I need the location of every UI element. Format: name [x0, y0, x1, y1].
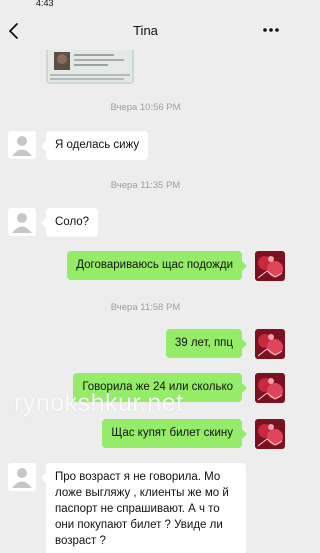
contact-avatar[interactable] — [8, 131, 36, 159]
contact-avatar[interactable] — [8, 463, 36, 491]
watermark: rynokshkur.net — [14, 389, 184, 417]
message-bubble-outgoing[interactable]: Щас купят билет скину — [102, 419, 247, 448]
message-text: Щас купят билет скину — [111, 427, 233, 439]
more-button[interactable] — [261, 20, 281, 40]
red-photo-avatar — [255, 419, 285, 449]
user-avatar[interactable] — [255, 373, 285, 403]
more-dots-icon — [263, 28, 279, 32]
contact-avatar[interactable] — [8, 208, 36, 236]
timestamp: Вчера 10:56 PM — [110, 102, 181, 113]
message-bubble-incoming[interactable]: Я оделась сижу — [40, 131, 149, 160]
red-photo-avatar — [255, 251, 285, 281]
message-text: Про возраст я не говорила. Мо ложе выгля… — [55, 471, 229, 547]
passport-photo — [46, 50, 134, 84]
message-bubble-outgoing[interactable]: 39 лет, ппц — [165, 329, 248, 358]
image-message[interactable] — [46, 50, 134, 84]
user-avatar[interactable] — [255, 329, 285, 359]
default-avatar-icon — [8, 131, 36, 159]
timestamp: Вчера 11:58 PM — [110, 302, 181, 313]
message-text: 39 лет, ппц — [174, 337, 233, 349]
default-avatar-icon — [8, 463, 36, 491]
status-time: 4:43 — [36, 0, 54, 8]
chat-title: Tina — [133, 23, 158, 38]
user-avatar[interactable] — [255, 251, 285, 281]
red-photo-avatar — [255, 373, 285, 403]
chat-header: Tina — [0, 12, 291, 50]
message-bubble-incoming[interactable]: Про возраст я не говорила. Мо ложе выгля… — [41, 463, 246, 553]
message-text: Договариваюсь щас подожди — [76, 259, 233, 271]
message-text: Соло? — [55, 216, 90, 228]
red-photo-avatar — [255, 329, 285, 359]
user-avatar[interactable] — [255, 419, 285, 449]
timestamp: Вчера 11:35 PM — [110, 180, 181, 191]
message-bubble-outgoing[interactable]: Договариваюсь щас подожди — [67, 251, 247, 280]
default-avatar-icon — [8, 208, 36, 236]
message-bubble-incoming[interactable]: Соло? — [40, 208, 99, 237]
message-text: Я оделась сижу — [55, 139, 140, 151]
status-bar: 4:43 — [0, 0, 291, 12]
